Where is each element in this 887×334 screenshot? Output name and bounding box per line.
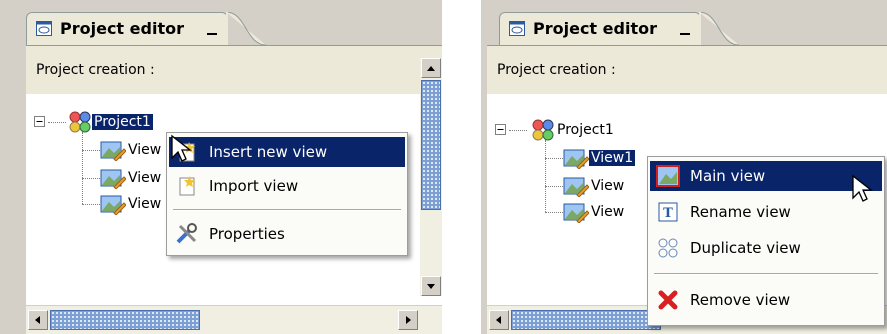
menu-item-import-view[interactable]: Import view — [169, 171, 405, 201]
menu-item-label: Main view — [690, 167, 766, 185]
tree-node-root[interactable]: Project1 — [68, 111, 153, 133]
mouse-cursor-icon — [852, 174, 873, 202]
menu-item-main-view[interactable]: Main view — [650, 161, 882, 191]
tree-node-label: View1 — [589, 150, 636, 166]
menu-item-remove-view[interactable]: Remove view — [650, 285, 882, 315]
view-image-icon — [563, 149, 589, 169]
view-image-icon — [100, 195, 126, 215]
project-editor-panel-right: Project editor Project creation : Projec… — [481, 0, 887, 334]
tree-line — [509, 130, 527, 131]
view-image-icon — [100, 169, 126, 189]
tree-node-root[interactable]: Project1 — [531, 119, 616, 141]
horizontal-scroll-thumb[interactable] — [50, 310, 200, 330]
project-icon — [532, 119, 554, 141]
menu-item-label: Duplicate view — [690, 239, 801, 257]
tree-node-view[interactable]: View1 — [563, 148, 636, 169]
menu-item-insert-new-view[interactable]: Insert new view — [169, 137, 405, 167]
menu-item-duplicate-view[interactable]: Duplicate view — [650, 233, 882, 263]
tree-node-label: View — [128, 142, 162, 158]
menu-item-label: Remove view — [690, 291, 791, 309]
tree-line — [545, 158, 563, 159]
menu-item-label: Insert new view — [209, 143, 328, 161]
arrow-down-icon — [427, 284, 435, 289]
tree-line — [545, 186, 563, 187]
project-icon — [69, 111, 91, 133]
arrow-up-icon — [427, 66, 435, 71]
project-editor-panel-left: Project editor Project creation : Projec… — [0, 0, 442, 334]
tree-node-label: Project1 — [557, 122, 614, 138]
menu-item-properties[interactable]: Properties — [169, 219, 405, 249]
editor-window-icon — [36, 21, 52, 36]
arrow-left-icon — [35, 316, 40, 324]
horizontal-scroll-thumb[interactable] — [511, 310, 661, 330]
view-image-icon — [563, 203, 589, 223]
vertical-scrollbar[interactable] — [420, 58, 442, 296]
tree-line — [545, 212, 563, 213]
menu-separator — [654, 273, 878, 275]
tree-node-view[interactable]: View — [100, 194, 163, 215]
project-editor-tab[interactable]: Project editor — [499, 12, 701, 45]
import-icon — [175, 174, 199, 198]
project-creation-label: Project creation : — [497, 62, 616, 78]
duplicate-icon — [656, 236, 680, 260]
collapse-toggle-icon[interactable] — [34, 116, 45, 127]
tab-title: Project editor — [60, 19, 184, 38]
tree-node-view[interactable]: View — [563, 176, 626, 197]
editor-window-icon — [509, 21, 525, 36]
tree-node-label: View — [591, 204, 625, 220]
project-editor-tab[interactable]: Project editor — [26, 12, 228, 45]
arrow-left-icon — [496, 316, 501, 324]
tree-line — [82, 132, 83, 204]
menu-item-label: Properties — [209, 225, 285, 243]
view-image-icon — [100, 141, 126, 161]
context-menu: Insert new view Import view Properties — [166, 132, 408, 256]
tree-line — [48, 122, 66, 123]
scroll-right-button[interactable] — [398, 310, 418, 330]
tree-node-view[interactable]: View — [100, 140, 163, 161]
tab-curve — [699, 12, 739, 45]
editor-header: Project creation : — [26, 46, 442, 94]
view-image-icon — [563, 177, 589, 197]
minimize-icon[interactable] — [207, 33, 217, 35]
menu-separator — [173, 209, 401, 211]
properties-tools-icon — [175, 222, 199, 246]
tree-line — [82, 150, 100, 151]
tree-node-label: Project1 — [92, 114, 153, 130]
tree-node-label: View — [591, 178, 625, 194]
menu-item-label: Import view — [209, 177, 299, 195]
tab-curve — [226, 12, 266, 45]
tree-node-view[interactable]: View — [100, 168, 163, 189]
tree-node-label: View — [128, 196, 162, 212]
rename-icon: T — [656, 200, 680, 224]
tree-line — [545, 140, 546, 212]
menu-item-rename-view[interactable]: T Rename view — [650, 197, 882, 227]
menu-item-label: Rename view — [690, 203, 791, 221]
mouse-cursor-icon — [171, 134, 192, 162]
vertical-scroll-thumb[interactable] — [421, 80, 441, 210]
scroll-left-button[interactable] — [489, 310, 509, 330]
scroll-down-button[interactable] — [421, 276, 441, 296]
scroll-left-button[interactable] — [28, 310, 48, 330]
svg-text:T: T — [663, 206, 673, 221]
editor-header: Project creation : — [487, 46, 887, 94]
minimize-icon[interactable] — [680, 33, 690, 35]
scroll-up-button[interactable] — [421, 58, 441, 78]
context-menu: Main view T Rename view Duplicate view R… — [647, 156, 885, 326]
horizontal-scrollbar[interactable] — [26, 305, 442, 334]
collapse-toggle-icon[interactable] — [495, 124, 506, 135]
tree-node-view[interactable]: View — [563, 202, 626, 223]
tab-title: Project editor — [533, 19, 657, 38]
project-creation-label: Project creation : — [36, 62, 155, 78]
remove-icon — [656, 288, 680, 312]
tree-line — [82, 178, 100, 179]
tree-line — [82, 204, 100, 205]
tree-node-label: View — [128, 170, 162, 186]
arrow-right-icon — [406, 316, 411, 324]
main-view-icon — [656, 164, 680, 188]
